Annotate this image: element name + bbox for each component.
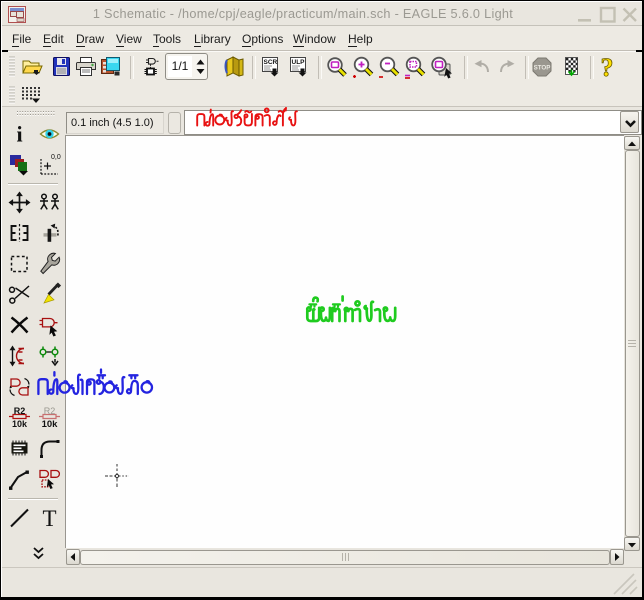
svg-text:R2: R2 — [44, 406, 56, 416]
svg-text:10k: 10k — [42, 419, 59, 430]
svg-text:T: T — [42, 506, 56, 530]
svg-text:ULP: ULP — [292, 59, 306, 66]
svg-text:0,0: 0,0 — [51, 154, 61, 161]
svg-text:i: i — [16, 122, 22, 146]
svg-text:?: ? — [601, 55, 614, 80]
svg-text:STOP: STOP — [534, 65, 551, 72]
svg-text:10k: 10k — [12, 419, 28, 429]
svg-text:R2: R2 — [14, 406, 26, 416]
svg-text:SCR: SCR — [264, 59, 278, 66]
